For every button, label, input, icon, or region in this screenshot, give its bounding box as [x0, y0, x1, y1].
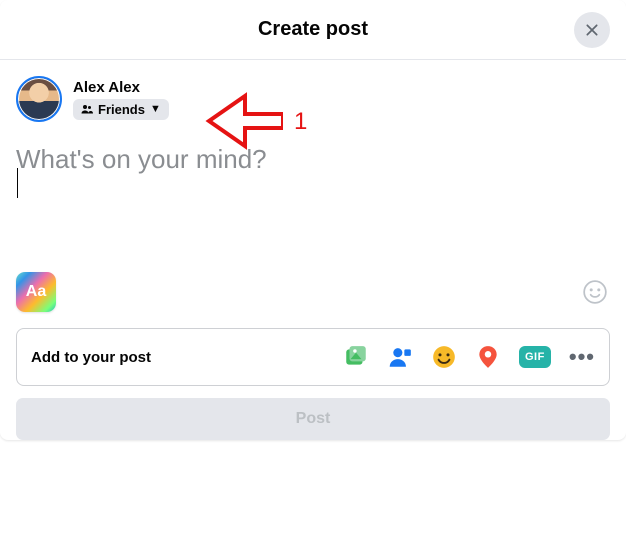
smile-icon — [582, 279, 608, 305]
close-button[interactable] — [574, 12, 610, 48]
audience-selector-button[interactable]: Friends ▼ — [73, 99, 169, 120]
friends-icon — [81, 103, 93, 115]
check-in-button[interactable] — [475, 344, 501, 370]
user-row: Alex Alex Friends ▼ — [0, 60, 626, 128]
post-button[interactable]: Post — [16, 398, 610, 440]
post-text-input[interactable] — [16, 128, 610, 248]
feeling-activity-button[interactable] — [431, 344, 457, 370]
tag-person-icon — [387, 344, 413, 370]
add-to-post-icons: GIF ••• — [343, 344, 595, 370]
post-button-label: Post — [296, 410, 331, 428]
add-to-post-label: Add to your post — [31, 349, 151, 366]
location-icon — [475, 344, 501, 370]
emoji-picker-button[interactable] — [580, 277, 610, 307]
modal-header: Create post — [0, 0, 626, 60]
modal-title: Create post — [258, 18, 368, 41]
text-cursor — [17, 168, 18, 198]
background-theme-button[interactable]: Aa — [16, 272, 56, 312]
more-icon: ••• — [569, 344, 595, 369]
user-info: Alex Alex Friends ▼ — [73, 79, 169, 120]
add-to-post-bar: Add to your post — [16, 328, 610, 386]
photo-video-button[interactable] — [343, 344, 369, 370]
gif-icon: GIF — [525, 351, 545, 363]
feeling-icon — [431, 344, 457, 370]
composer-area — [0, 128, 626, 268]
avatar[interactable] — [16, 76, 62, 122]
close-icon — [584, 22, 600, 38]
aa-icon: Aa — [26, 283, 46, 301]
audience-label: Friends — [98, 102, 145, 117]
more-options-button[interactable]: ••• — [569, 344, 595, 370]
user-name: Alex Alex — [73, 79, 169, 96]
composer-tools-row: Aa — [0, 268, 626, 322]
gif-button[interactable]: GIF — [519, 346, 551, 368]
photo-icon — [343, 344, 369, 370]
chevron-down-icon: ▼ — [150, 103, 161, 115]
tag-people-button[interactable] — [387, 344, 413, 370]
create-post-modal: Create post Alex Alex Friends ▼ — [0, 0, 626, 440]
